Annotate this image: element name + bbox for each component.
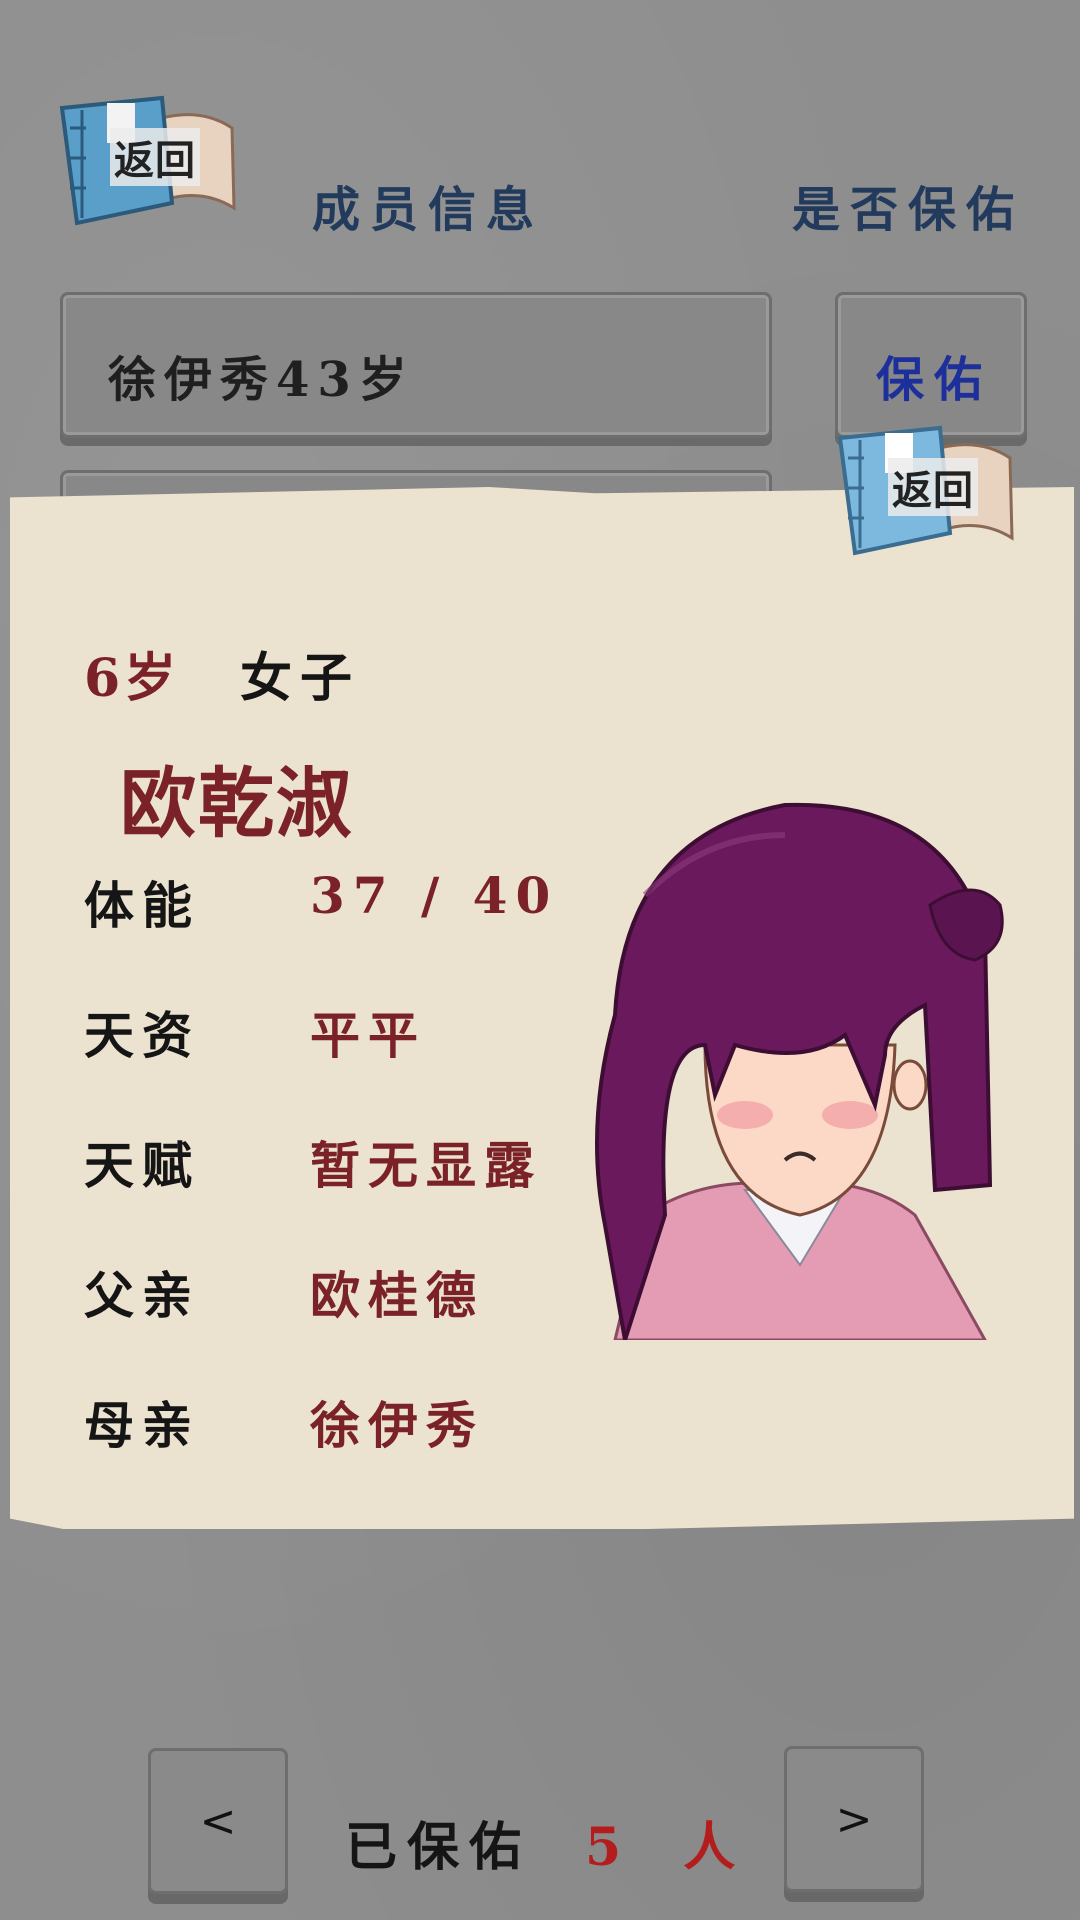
back-button[interactable]: 返回 bbox=[52, 88, 242, 238]
next-page-button[interactable]: > bbox=[784, 1746, 924, 1892]
attr-label-aptitude: 天资 bbox=[84, 1006, 200, 1065]
chevron-right-icon: > bbox=[835, 1793, 873, 1845]
protected-count: 5 人 bbox=[585, 1817, 758, 1878]
attr-value-talent: 暂无显露 bbox=[310, 1136, 542, 1195]
card-back-label: 返回 bbox=[888, 458, 978, 516]
protected-label: 已保佑 bbox=[345, 1817, 532, 1878]
back-label: 返回 bbox=[110, 128, 200, 186]
member-row-text: 徐伊秀43岁 bbox=[108, 352, 415, 408]
attr-label-mother: 母亲 bbox=[84, 1396, 200, 1455]
prev-page-button[interactable]: < bbox=[148, 1748, 288, 1894]
member-info-title: 成员信息 bbox=[312, 182, 545, 238]
character-portrait bbox=[585, 795, 1015, 1340]
member-name: 欧乾淑 bbox=[120, 759, 354, 848]
attr-value-aptitude: 平平 bbox=[310, 1006, 426, 1065]
attr-label-stamina: 体能 bbox=[84, 876, 200, 935]
member-age: 6岁 bbox=[84, 648, 181, 709]
card-back-button[interactable]: 返回 bbox=[830, 418, 1020, 568]
attr-value-father: 欧桂德 bbox=[310, 1266, 484, 1325]
member-gender: 女子 bbox=[240, 648, 361, 709]
attr-label-talent: 天赋 bbox=[84, 1136, 200, 1195]
protect-button-label: 保佑 bbox=[876, 352, 993, 408]
protect-column-title: 是否保佑 bbox=[792, 182, 1025, 238]
attr-label-father: 父亲 bbox=[84, 1266, 200, 1325]
attr-value-mother: 徐伊秀 bbox=[310, 1396, 484, 1455]
attr-value-stamina: 37 / 40 bbox=[310, 866, 559, 925]
chevron-left-icon: < bbox=[199, 1795, 237, 1847]
